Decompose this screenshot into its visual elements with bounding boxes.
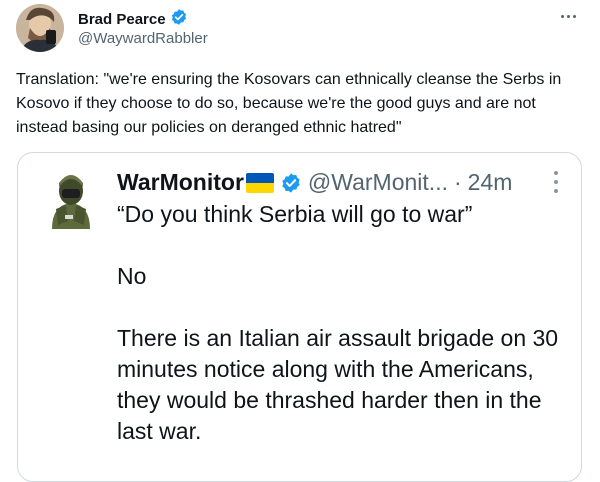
quoted-tweet[interactable]: WarMonitor @WarMonit... · 24m “Do you th…: [17, 152, 582, 482]
quoted-verified-badge-icon: [280, 172, 302, 194]
more-options-icon[interactable]: [558, 8, 578, 24]
tweet[interactable]: Brad Pearce @WaywardRabbler Translation:…: [0, 0, 600, 482]
quoted-text-line-1: “Do you think Serbia will go to war”: [117, 201, 473, 227]
quoted-author-name[interactable]: WarMonitor: [117, 169, 244, 196]
tweet-text: Translation: "we're ensuring the Kosovar…: [16, 71, 562, 136]
quoted-text-line-3: There is an Italian air assault brigade …: [117, 325, 559, 444]
quoted-header: WarMonitor @WarMonit... · 24m: [117, 169, 512, 196]
ukraine-flag-icon: [245, 172, 274, 193]
quoted-author-avatar[interactable]: [46, 169, 96, 229]
separator-dot: ·: [453, 169, 462, 195]
quoted-author-handle[interactable]: @WarMonit...: [308, 169, 448, 196]
author-avatar[interactable]: [16, 4, 64, 52]
author-name-row: Brad Pearce: [78, 8, 188, 31]
author-handle[interactable]: @WaywardRabbler: [78, 30, 208, 47]
quoted-more-options-icon[interactable]: [553, 171, 559, 195]
author-name[interactable]: Brad Pearce: [78, 11, 166, 28]
quoted-text-line-2: No: [117, 263, 147, 289]
verified-badge-icon: [170, 8, 188, 31]
quoted-timestamp[interactable]: 24m: [468, 169, 513, 196]
